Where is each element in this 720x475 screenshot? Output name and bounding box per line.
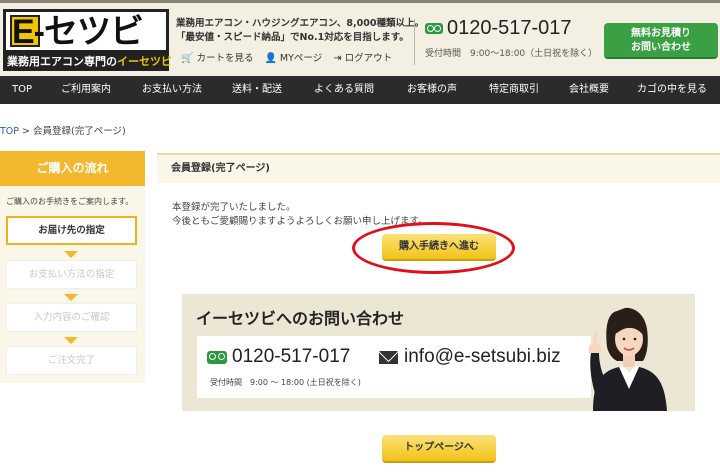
highlight-circle (352, 222, 515, 274)
contact-email[interactable]: info@e-setsubi.biz (379, 346, 561, 368)
user-icon: 👤 (264, 53, 277, 64)
breadcrumb-home-link[interactable]: TOP (0, 126, 19, 137)
breadcrumb: TOP > 会員登録(完了ページ) (0, 123, 126, 137)
flow-arrow-icon (64, 337, 78, 344)
top-page-button[interactable]: トップページへ (382, 435, 496, 463)
logo-text: E-セツビ (12, 13, 144, 51)
contact-title: イーセツビへのお問い合わせ (196, 309, 405, 328)
page-title: 会員登録(完了ページ) (157, 153, 720, 183)
nav-item-guide[interactable]: ご利用案内 (44, 76, 128, 104)
logout-link[interactable]: ⇥ ログアウト (333, 50, 392, 64)
header-phone-hours: 受付時間 9:00～18:00（土日祝を除く） (425, 49, 598, 59)
sidebar-description: ご購入のお手続きをご案内します。 (6, 197, 134, 206)
header-tagline: 業務用エアコン・ハウジングエアコン、8,000種類以上。 「最安値・スピード納品… (176, 17, 424, 45)
flow-arrow-icon (64, 251, 78, 258)
logout-link-label: ログアウト (344, 53, 393, 64)
quote-button-line-1: 無料お見積り (631, 28, 691, 39)
site-logo[interactable]: E-セツビ 業務用エアコン専門のイーセツビ (3, 9, 172, 71)
free-quote-button[interactable]: 無料お見積り お問い合わせ (604, 23, 718, 59)
nav-item-legal[interactable]: 特定商取引 (474, 76, 554, 104)
mypage-link[interactable]: 👤 MYページ (264, 50, 322, 64)
contact-hours: 受付時間 9:00 〜 18:00 (土日祝を除く) (210, 378, 361, 387)
site-header: E-セツビ 業務用エアコン専門のイーセツビ 業務用エアコン・ハウジングエアコン、… (0, 0, 720, 76)
support-staff-image (588, 307, 667, 411)
flow-arrow-icon (64, 294, 78, 301)
flow-step-complete: ご注文完了 (6, 346, 137, 375)
logo-mark: E-セツビ (3, 9, 169, 53)
cart-link-label: カートを見る (196, 53, 254, 64)
header-links: 🛒 カートを見る 👤 MYページ ⇥ ログアウト (181, 50, 392, 64)
purchase-flow-sidebar: ご購入の流れ ご購入のお手続きをご案内します。 お届け先の指定 お支払い方法の指… (0, 151, 145, 383)
global-nav: TOP ご利用案内 お支払い方法 送料・配送 よくある質問 お客様の声 特定商取… (0, 76, 720, 104)
mail-icon (379, 350, 398, 364)
logo-subtitle: 業務用エアコン専門のイーセツビ (3, 53, 172, 71)
tagline-line-1: 業務用エアコン・ハウジングエアコン、8,000種類以上。 (176, 18, 424, 29)
contact-email-address: info@e-setsubi.biz (404, 346, 561, 367)
nav-item-payment[interactable]: お支払い方法 (128, 76, 216, 104)
breadcrumb-current: 会員登録(完了ページ) (33, 126, 126, 137)
flow-step-confirm: 入力内容のご確認 (6, 303, 137, 332)
flow-step-payment: お支払い方法の指定 (6, 260, 137, 289)
flow-step-delivery: お届け先の指定 (6, 216, 137, 245)
contact-details: 0120-517-017 info@e-setsubi.biz 受付時間 9:0… (197, 336, 591, 398)
nav-item-reviews[interactable]: お客様の声 (390, 76, 474, 104)
header-phone-number: 0120-517-017 (447, 17, 572, 39)
nav-item-faq[interactable]: よくある質問 (298, 76, 390, 104)
sidebar-title: ご購入の流れ (0, 151, 145, 186)
cart-icon: 🛒 (181, 53, 194, 64)
logo-subtitle-prefix: 業務用エアコン専門の (7, 55, 117, 68)
completion-message-line-1: 本登録が完了いたしました。 (172, 202, 296, 213)
nav-item-top[interactable]: TOP (0, 76, 44, 104)
nav-item-shipping[interactable]: 送料・配送 (216, 76, 298, 104)
header-divider (414, 19, 415, 65)
quote-button-line-2: お問い合わせ (631, 42, 691, 53)
nav-item-company[interactable]: 会社概要 (554, 76, 624, 104)
freedial-icon (207, 350, 227, 364)
tagline-line-2: 「最安値・スピード納品」でNo.1対応を目指します。 (176, 32, 409, 43)
completion-message-line-2: 今後ともご愛顧賜りますようよろしくお願い申し上げます。 (172, 216, 428, 227)
nav-item-cart[interactable]: カゴの中を見る (624, 76, 720, 104)
cart-link[interactable]: 🛒 カートを見る (181, 50, 253, 64)
logout-icon: ⇥ (333, 53, 342, 64)
contact-phone[interactable]: 0120-517-017 (207, 346, 350, 368)
mypage-link-label: MYページ (279, 53, 323, 64)
logo-subtitle-accent: イーセツビ (117, 55, 172, 68)
freedial-icon (425, 23, 443, 34)
contact-phone-number: 0120-517-017 (232, 346, 351, 367)
breadcrumb-separator: > (19, 126, 34, 137)
header-phone[interactable]: 0120-517-017 (425, 17, 572, 40)
